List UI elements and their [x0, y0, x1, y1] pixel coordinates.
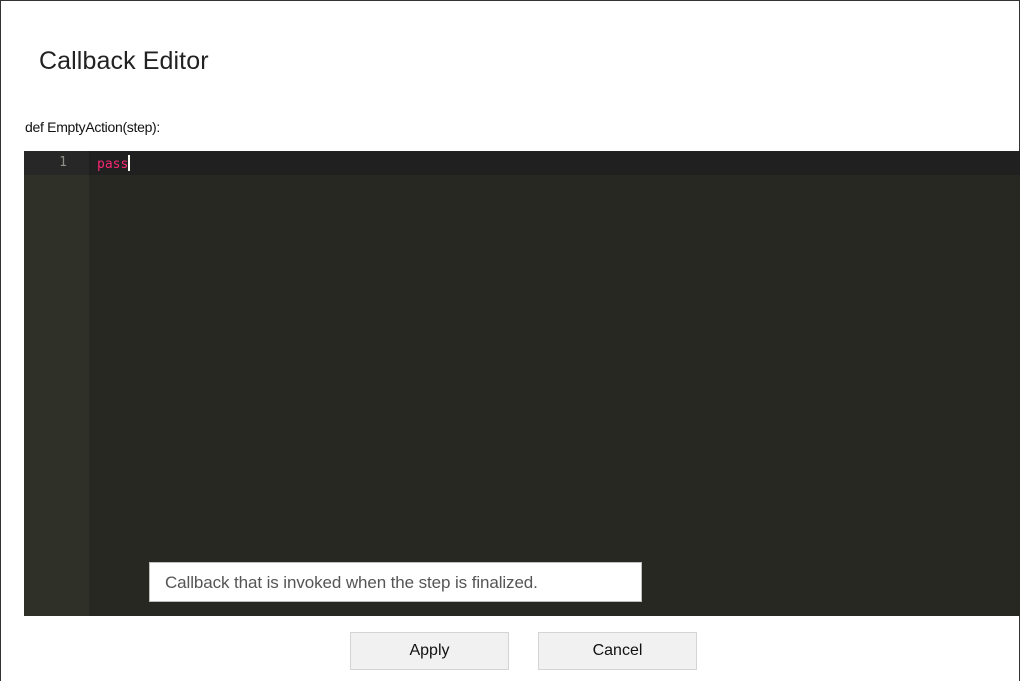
line-number-gutter — [24, 151, 89, 616]
code-line[interactable]: pass — [97, 155, 131, 172]
line-number: 1 — [59, 155, 67, 170]
text-cursor — [128, 155, 131, 171]
callback-editor-dialog: Callback Editor def EmptyAction(step): 1… — [0, 0, 1020, 681]
tooltip: Callback that is invoked when the step i… — [149, 562, 642, 602]
dialog-title: Callback Editor — [39, 47, 209, 75]
apply-button[interactable]: Apply — [350, 632, 509, 670]
keyword-token: pass — [97, 157, 129, 172]
active-line-highlight — [89, 151, 1020, 175]
function-signature: def EmptyAction(step): — [25, 119, 161, 135]
code-editor[interactable]: 1 pass Callback that is invoked when the… — [24, 151, 1020, 616]
cancel-button[interactable]: Cancel — [538, 632, 697, 670]
